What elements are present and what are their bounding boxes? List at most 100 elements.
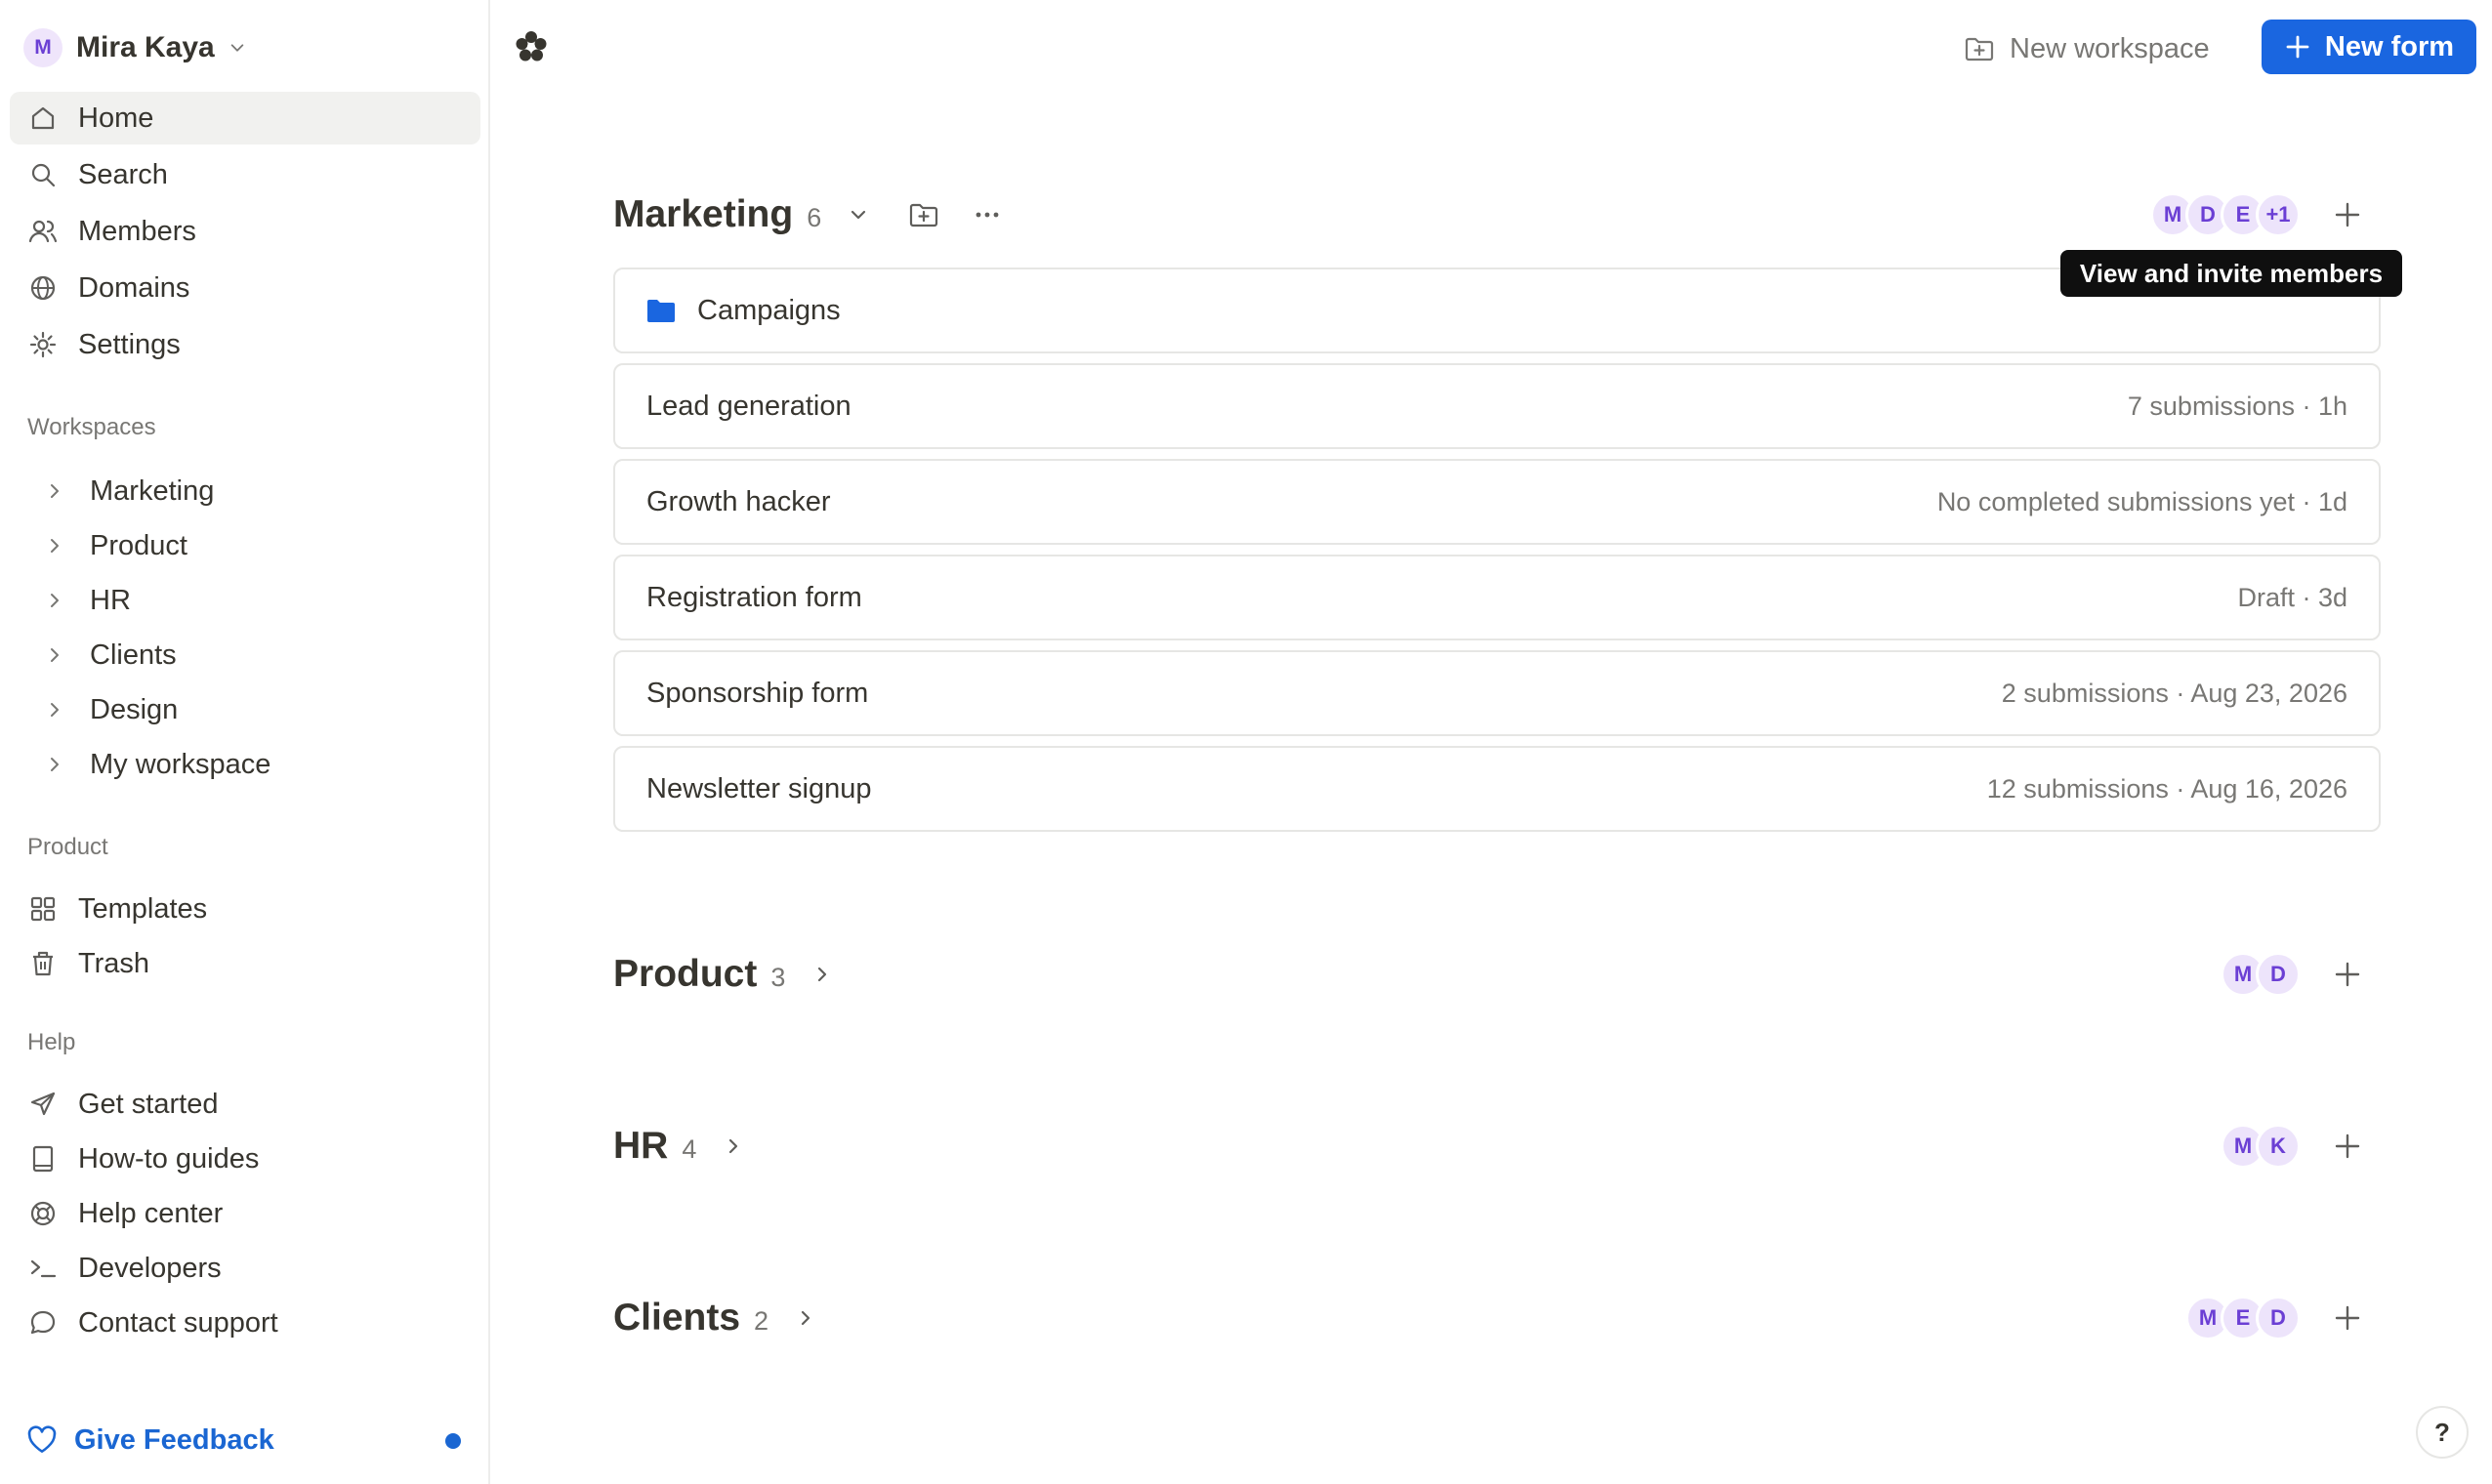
nav-search[interactable]: Search (10, 148, 480, 201)
book-icon (32, 1145, 54, 1173)
sidebar-workspace-label: Clients (90, 639, 177, 671)
chevron-right-icon[interactable] (720, 1133, 747, 1160)
form-name: Sponsorship form (646, 677, 869, 709)
sidebar-workspace-label: HR (90, 584, 131, 616)
nav-domains-label: Domains (78, 271, 190, 304)
add-member-icon[interactable] (2330, 1129, 2365, 1164)
sidebar-workspace-design[interactable]: Design (45, 685, 178, 734)
nav-settings-label: Settings (78, 328, 181, 360)
workspace-members[interactable]: M E D (2185, 1295, 2301, 1341)
terminal-icon (30, 1259, 57, 1278)
chevron-right-icon (51, 703, 59, 717)
workspace-title: HR (613, 1125, 669, 1167)
nav-help-center[interactable]: Help center (10, 1187, 480, 1240)
form-row[interactable]: Registration form Draft · 3d (613, 555, 2381, 640)
app-logo-icon[interactable] (514, 29, 549, 64)
plus-icon (2286, 35, 2309, 59)
nav-home[interactable]: Home (10, 92, 480, 144)
nav-developers[interactable]: Developers (10, 1242, 480, 1295)
form-meta: 2 submissions · Aug 23, 2026 (2001, 678, 2347, 708)
form-meta: 7 submissions · 1h (2127, 391, 2347, 421)
sidebar-workspace-clients[interactable]: Clients (45, 631, 177, 680)
sidebar-workspace-label: Marketing (90, 474, 215, 507)
chevron-right-icon (51, 758, 59, 771)
nav-contact-support[interactable]: Contact support (10, 1297, 480, 1349)
workspace-form-count: 3 (770, 962, 786, 992)
form-name: Newsletter signup (646, 772, 872, 804)
sidebar-workspace-label: Product (90, 529, 187, 561)
workspace-header-clients[interactable]: Clients 2 (613, 1289, 819, 1347)
form-meta: Draft · 3d (2237, 582, 2347, 612)
give-feedback-label: Give Feedback (74, 1423, 274, 1456)
new-form-button[interactable]: New form (2262, 20, 2476, 74)
heart-icon (27, 1425, 57, 1453)
account-switcher[interactable]: M Mira Kaya (23, 25, 246, 70)
sidebar-workspace-my-workspace[interactable]: My workspace (45, 740, 270, 789)
sidebar-workspace-marketing[interactable]: Marketing (45, 467, 214, 515)
members-tooltip: View and invite members (2060, 250, 2402, 297)
member-overflow-count: +1 (2256, 192, 2301, 237)
nav-how-to-guides-label: How-to guides (78, 1142, 260, 1175)
nav-settings[interactable]: Settings (10, 318, 480, 371)
workspace-form-count: 4 (682, 1134, 697, 1164)
folder-plus-icon[interactable] (907, 198, 940, 231)
gear-icon (29, 331, 57, 358)
form-row[interactable]: Lead generation 7 submissions · 1h (613, 363, 2381, 449)
nav-home-label: Home (78, 102, 154, 134)
more-options-icon[interactable] (972, 199, 1003, 230)
workspace-members[interactable]: M D E +1 (2150, 191, 2301, 238)
chevron-down-icon[interactable] (845, 201, 872, 228)
sidebar-workspace-hr[interactable]: HR (45, 576, 131, 625)
nav-get-started-label: Get started (78, 1088, 219, 1120)
form-row[interactable]: Growth hacker No completed submissions y… (613, 459, 2381, 545)
help-button[interactable]: ? (2416, 1406, 2469, 1459)
send-icon (30, 1092, 56, 1116)
chevron-right-icon (51, 648, 59, 662)
workspaces-section-label: Workspaces (27, 414, 156, 440)
members-icon (28, 220, 58, 243)
workspace-header-hr[interactable]: HR 4 (613, 1117, 747, 1175)
new-workspace-button[interactable]: New workspace (1963, 23, 2210, 74)
workspace-title: Clients (613, 1297, 741, 1339)
nav-templates[interactable]: Templates (10, 883, 480, 935)
trash-icon (33, 951, 53, 976)
workspace-form-count: 6 (807, 202, 822, 232)
nav-get-started[interactable]: Get started (10, 1078, 480, 1131)
help-section-label: Help (27, 1029, 76, 1055)
nav-domains[interactable]: Domains (10, 262, 480, 314)
sidebar: M Mira Kaya Home Search Members Domains … (0, 0, 490, 1484)
notification-dot (445, 1433, 461, 1449)
nav-trash[interactable]: Trash (10, 937, 480, 990)
add-member-icon[interactable] (2330, 1300, 2365, 1336)
form-meta: 12 submissions · Aug 16, 2026 (1986, 773, 2347, 804)
folder-name: Campaigns (697, 294, 841, 326)
workspace-title: Marketing (613, 193, 794, 235)
workspace-header-product[interactable]: Product 3 (613, 945, 836, 1004)
form-row[interactable]: Sponsorship form 2 submissions · Aug 23,… (613, 650, 2381, 736)
folder-icon (647, 300, 675, 322)
workspace-header-marketing: Marketing 6 (613, 186, 1003, 244)
give-feedback-link[interactable]: Give Feedback (25, 1423, 274, 1457)
sidebar-workspace-label: My workspace (90, 748, 271, 780)
add-member-icon[interactable] (2330, 197, 2365, 232)
nav-members-label: Members (78, 215, 196, 247)
chat-bubble-icon (30, 1310, 56, 1335)
avatar: M (23, 28, 62, 67)
workspace-form-count: 2 (754, 1305, 769, 1336)
workspace-members[interactable]: M D (2221, 951, 2301, 998)
form-row[interactable]: Newsletter signup 12 submissions · Aug 1… (613, 746, 2381, 832)
chevron-down-icon (230, 44, 244, 52)
nav-members[interactable]: Members (10, 205, 480, 258)
chevron-right-icon (51, 484, 59, 498)
add-member-icon[interactable] (2330, 957, 2365, 992)
workspace-title: Product (613, 953, 758, 995)
form-meta: No completed submissions yet · 1d (1936, 486, 2347, 516)
chevron-right-icon[interactable] (792, 1304, 819, 1332)
workspace-members[interactable]: M K (2221, 1123, 2301, 1170)
nav-how-to-guides[interactable]: How-to guides (10, 1133, 480, 1185)
form-name: Registration form (646, 581, 862, 613)
nav-developers-label: Developers (78, 1252, 222, 1284)
sidebar-workspace-product[interactable]: Product (45, 521, 187, 570)
nav-contact-support-label: Contact support (78, 1306, 278, 1339)
chevron-right-icon[interactable] (809, 961, 836, 988)
